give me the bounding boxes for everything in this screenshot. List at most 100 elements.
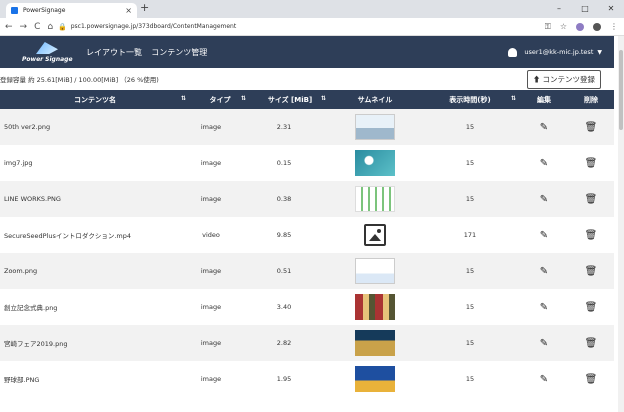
user-menu[interactable]: user1@kk-mic.jp.test bbox=[524, 48, 593, 56]
key-icon[interactable]: ⚿ bbox=[545, 22, 551, 32]
thumbnail-cell bbox=[330, 253, 420, 289]
edit-cell: ✎ bbox=[520, 109, 568, 145]
sort-icon[interactable]: ⇅ bbox=[181, 95, 186, 102]
thumbnail-image[interactable] bbox=[355, 330, 395, 356]
edit-icon[interactable]: ✎ bbox=[540, 266, 548, 277]
content-type: image bbox=[200, 159, 222, 167]
edit-icon[interactable]: ✎ bbox=[540, 302, 548, 313]
edit-cell: ✎ bbox=[520, 253, 568, 289]
content-duration: 15 bbox=[465, 159, 475, 167]
header-duration[interactable]: 表示時間(秒) ⇅ bbox=[420, 90, 520, 109]
trash-icon[interactable]: 🗑 bbox=[585, 338, 598, 349]
edit-cell: ✎ bbox=[520, 145, 568, 181]
thumbnail-image[interactable] bbox=[355, 150, 395, 176]
app-logo[interactable]: Power Signage bbox=[22, 40, 74, 64]
maximize-button[interactable]: □ bbox=[572, 0, 598, 18]
sort-icon[interactable]: ⇅ bbox=[321, 95, 326, 102]
address-bar-row: ← → C ⌂ 🔒 psc1.powersignage.jp/373dboard… bbox=[0, 18, 624, 36]
thumbnail-cell bbox=[330, 289, 420, 325]
storage-row: 登録容量 約 25.61[MiB] / 100.00[MiB] （26 %使用)… bbox=[0, 68, 614, 90]
reload-icon[interactable]: C bbox=[34, 22, 40, 32]
edit-cell: ✎ bbox=[520, 181, 568, 217]
trash-icon[interactable]: 🗑 bbox=[585, 122, 598, 133]
thumbnail-image[interactable] bbox=[355, 258, 395, 284]
minimize-button[interactable]: – bbox=[546, 0, 572, 18]
edit-cell: ✎ bbox=[520, 217, 568, 253]
new-tab-button[interactable]: + bbox=[140, 1, 149, 14]
forward-icon[interactable]: → bbox=[20, 22, 28, 32]
edit-icon[interactable]: ✎ bbox=[540, 122, 548, 133]
profile-icon[interactable] bbox=[593, 22, 601, 31]
content-duration: 15 bbox=[465, 375, 475, 383]
table-header: コンテンツ名 ⇅ タイプ ⇅ サイズ [MiB] ⇅ サムネイル 表示時間(秒) ⇅ 編… bbox=[0, 90, 614, 109]
content-type: image bbox=[200, 339, 222, 347]
content-type: image bbox=[200, 303, 222, 311]
menu-content-management[interactable]: コンテンツ管理 bbox=[151, 48, 207, 57]
sort-icon[interactable]: ⇅ bbox=[241, 95, 246, 102]
lock-icon: 🔒 bbox=[58, 22, 67, 31]
close-window-button[interactable]: ✕ bbox=[598, 0, 624, 18]
content-size: 3.40 bbox=[276, 303, 292, 311]
content-duration: 171 bbox=[463, 231, 477, 239]
thumbnail-image[interactable] bbox=[355, 366, 395, 392]
content-name: 野球部.PNG bbox=[4, 376, 40, 384]
header-delete: 削除 bbox=[584, 95, 598, 104]
storage-usage: 登録容量 約 25.61[MiB] / 100.00[MiB] （26 %使用) bbox=[0, 76, 159, 84]
delete-cell: 🗑 bbox=[568, 289, 614, 325]
header-name[interactable]: コンテンツ名 ⇅ bbox=[0, 90, 190, 109]
edit-icon[interactable]: ✎ bbox=[540, 158, 548, 169]
edit-icon[interactable]: ✎ bbox=[540, 338, 548, 349]
edit-cell: ✎ bbox=[520, 289, 568, 325]
browser-tab[interactable]: PowerSignage × bbox=[6, 3, 137, 18]
edit-icon[interactable]: ✎ bbox=[540, 230, 548, 241]
header-size[interactable]: サイズ [MiB] ⇅ bbox=[250, 90, 330, 109]
page-content: Power Signage レイアウト一覧 コンテンツ管理 user1@kk-m… bbox=[0, 36, 624, 412]
star-icon[interactable]: ☆ bbox=[560, 22, 567, 31]
header-edit: 編集 bbox=[537, 95, 551, 104]
trash-icon[interactable]: 🗑 bbox=[585, 302, 598, 313]
thumbnail-image[interactable] bbox=[355, 186, 395, 212]
browser-menu-icon[interactable]: ⋮ bbox=[610, 22, 618, 31]
upload-icon: ⬆ bbox=[532, 74, 541, 84]
page-scrollbar[interactable] bbox=[618, 36, 624, 412]
thumbnail-cell bbox=[330, 145, 420, 181]
trash-icon[interactable]: 🗑 bbox=[585, 194, 598, 205]
back-icon[interactable]: ← bbox=[5, 22, 13, 32]
edit-cell: ✎ bbox=[520, 361, 568, 397]
content-size: 2.31 bbox=[276, 123, 292, 131]
home-icon[interactable]: ⌂ bbox=[47, 22, 53, 32]
delete-cell: 🗑 bbox=[568, 181, 614, 217]
content-size: 2.82 bbox=[276, 339, 292, 347]
extension-icon[interactable] bbox=[576, 22, 584, 31]
thumbnail-cell bbox=[330, 361, 420, 397]
content-name: img7.jpg bbox=[4, 159, 33, 167]
url-field[interactable]: psc1.powersignage.jp/373dboard/ContentMa… bbox=[71, 23, 545, 30]
header-type[interactable]: タイプ ⇅ bbox=[190, 90, 250, 109]
thumbnail-image[interactable] bbox=[355, 294, 395, 320]
trash-icon[interactable]: 🗑 bbox=[585, 266, 598, 277]
content-type: image bbox=[200, 123, 222, 131]
menu-layout-list[interactable]: レイアウト一覧 bbox=[86, 48, 142, 57]
trash-icon[interactable]: 🗑 bbox=[585, 230, 598, 241]
delete-cell: 🗑 bbox=[568, 325, 614, 361]
content-size: 0.38 bbox=[276, 195, 292, 203]
edit-icon[interactable]: ✎ bbox=[540, 194, 548, 205]
content-name: LINE WORKS.PNG bbox=[4, 195, 61, 203]
content-duration: 15 bbox=[465, 339, 475, 347]
register-content-button[interactable]: ⬆ コンテンツ登録 bbox=[526, 69, 601, 89]
browser-tabbar: PowerSignage × + – □ ✕ bbox=[0, 0, 624, 18]
edit-cell: ✎ bbox=[520, 325, 568, 361]
chevron-down-icon[interactable]: ▼ bbox=[597, 49, 602, 56]
favicon-icon bbox=[11, 7, 18, 14]
delete-cell: 🗑 bbox=[568, 217, 614, 253]
delete-cell: 🗑 bbox=[568, 145, 614, 181]
scrollbar-thumb[interactable] bbox=[619, 50, 623, 130]
image-placeholder-icon[interactable] bbox=[364, 224, 386, 246]
edit-icon[interactable]: ✎ bbox=[540, 374, 548, 385]
trash-icon[interactable]: 🗑 bbox=[585, 374, 598, 385]
trash-icon[interactable]: 🗑 bbox=[585, 158, 598, 169]
sort-icon[interactable]: ⇅ bbox=[511, 95, 516, 102]
thumbnail-image[interactable] bbox=[355, 114, 395, 140]
tab-close-icon[interactable]: × bbox=[125, 6, 132, 15]
thumbnail-cell bbox=[330, 181, 420, 217]
